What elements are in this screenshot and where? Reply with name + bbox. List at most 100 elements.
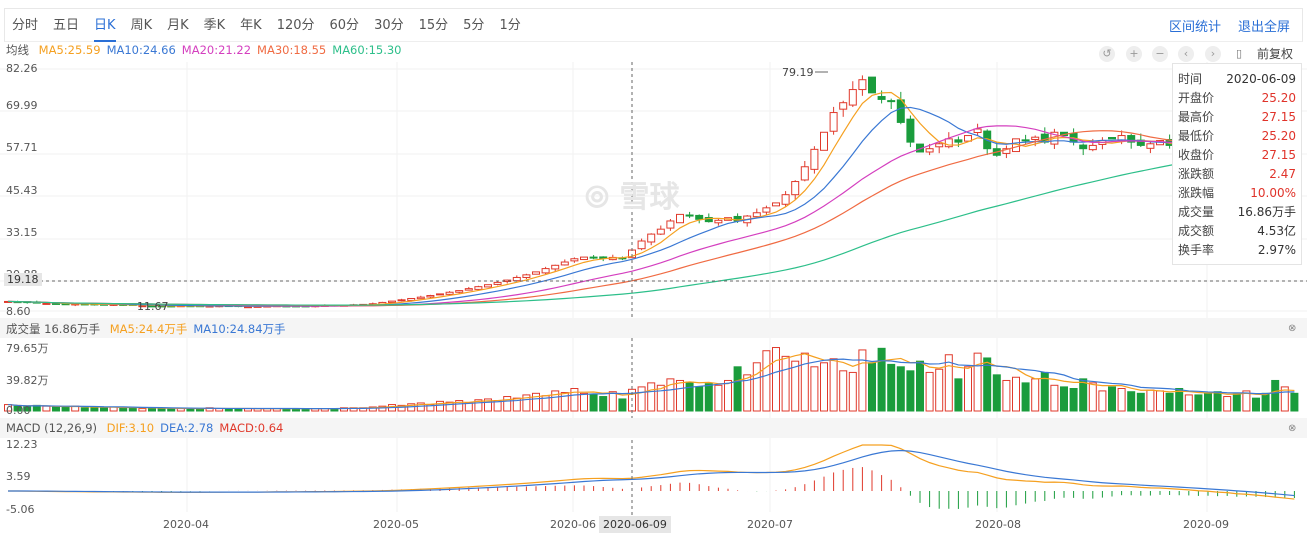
volume-bar-up	[1088, 382, 1097, 412]
info-row: 换手率 2.97%	[1178, 241, 1296, 260]
candle-up	[436, 293, 444, 296]
volume-bar-up	[724, 379, 732, 412]
watermark-logo: ⦾ 雪球	[585, 180, 680, 215]
watermark-text: 雪球	[619, 180, 680, 215]
candle-up	[42, 302, 51, 305]
macd-tick: 12.23	[6, 438, 38, 451]
candle-up	[407, 297, 416, 301]
candle-down	[1021, 139, 1030, 142]
info-row: 收盘价 27.15	[1178, 146, 1296, 165]
candle-up	[244, 306, 252, 309]
date-tick: 2020-06	[550, 518, 596, 531]
volume-bar-down	[1108, 386, 1116, 412]
candle-up	[1031, 136, 1040, 140]
low-annotation: 11.67	[137, 300, 169, 313]
info-row: 涨跌额 2.47	[1178, 165, 1296, 184]
volume-bar-up	[925, 371, 934, 412]
info-key: 收盘价	[1178, 148, 1215, 162]
candle-down	[887, 100, 896, 103]
volume-bar-up	[964, 366, 972, 412]
candle-down	[877, 96, 886, 100]
info-row: 最高价 27.15	[1178, 108, 1296, 127]
volume-bar-up	[839, 370, 848, 412]
volume-bar-up	[772, 347, 780, 412]
volume-bar-down	[896, 366, 905, 412]
volume-bar-down	[1213, 391, 1222, 412]
info-row: 成交额 4.53亿	[1178, 222, 1296, 241]
info-value: 16.86万手	[1237, 205, 1296, 219]
volume-bar-up	[973, 352, 982, 412]
volume-bar-up	[858, 349, 867, 412]
volume-bar-down	[1136, 392, 1145, 412]
candle-up	[484, 284, 492, 288]
price-tick: 82.26	[6, 62, 38, 75]
volume-bar-down	[916, 360, 924, 412]
candle-up	[551, 264, 560, 270]
macd-tick: -5.06	[6, 503, 35, 516]
volume-bar-up	[810, 366, 819, 412]
volume-bar-up	[1012, 376, 1020, 412]
vol-ma5: MA5:24.4万手	[109, 322, 188, 336]
info-key: 涨跌额	[1178, 167, 1215, 181]
volume-bar-up	[580, 392, 588, 412]
date-tick: 2020-09	[1183, 518, 1229, 531]
volume-bar-down	[61, 406, 70, 412]
crosshair-price-label: 19.18	[4, 273, 42, 286]
volume-bar-up	[935, 368, 944, 412]
vol-ma10: MA10:24.84万手	[193, 322, 286, 336]
volume-bar-down	[1271, 379, 1280, 412]
volume-bar-up	[791, 360, 800, 412]
candle-up	[570, 258, 579, 262]
info-value: 10.00%	[1250, 186, 1296, 200]
price-tick: 45.43	[6, 184, 38, 197]
candle-up	[858, 79, 867, 91]
date-tick: 2020-07	[747, 518, 793, 531]
volume-bar-up	[714, 384, 723, 412]
volume-bar-down	[1204, 392, 1212, 412]
volume-tick: 79.65万	[6, 342, 49, 355]
volume-legend: 成交量 16.86万手 MA5:24.4万手 MA10:24.84万手	[6, 321, 292, 337]
candle-up	[1088, 144, 1097, 151]
info-value: 27.15	[1261, 148, 1296, 162]
volume-bar-up	[848, 371, 857, 412]
candle-up	[781, 194, 790, 205]
price-tick: 33.15	[6, 226, 38, 239]
volume-bar-down	[128, 407, 137, 412]
volume-bar-up	[1031, 378, 1040, 412]
volume-bar-down	[1261, 392, 1270, 412]
candle-up	[455, 290, 464, 293]
volume-bar-down	[167, 408, 176, 412]
price-tick: 8.60	[6, 305, 31, 318]
candle-up	[522, 274, 531, 278]
volume-bar-down	[1165, 392, 1174, 412]
candle-up	[426, 295, 435, 298]
volume-bar-down	[868, 362, 876, 412]
volume-bar-down	[1290, 392, 1299, 412]
candle-up	[935, 143, 944, 148]
macd-tick: 3.59	[6, 470, 31, 483]
volume-label: 成交量 16.86万手	[6, 322, 101, 336]
date-tick: 2020-05	[373, 518, 419, 531]
info-value: 25.20	[1261, 129, 1296, 143]
volume-close-icon[interactable]: ⊗	[1288, 323, 1296, 334]
info-key: 时间	[1178, 72, 1203, 86]
info-value: 27.15	[1261, 110, 1296, 124]
candle-up	[416, 296, 425, 300]
candle-up	[580, 256, 588, 261]
candle-up	[656, 228, 665, 235]
candle-up	[474, 286, 483, 290]
info-key: 成交量	[1178, 205, 1215, 219]
macd-close-icon[interactable]: ⊗	[1288, 423, 1296, 434]
volume-bar-down	[685, 381, 694, 412]
kline-chart[interactable]	[0, 0, 1307, 537]
candle-up	[445, 291, 454, 295]
volume-bar-up	[820, 362, 828, 412]
volume-bar-down	[589, 394, 598, 412]
candle-up	[839, 102, 848, 110]
volume-bar-down	[1232, 393, 1241, 412]
price-tick: 57.71	[6, 141, 38, 154]
info-row: 开盘价 25.20	[1178, 89, 1296, 108]
info-value: 2020-06-09	[1226, 72, 1296, 86]
date-tick: 2020-08	[975, 518, 1021, 531]
candle-up	[925, 148, 934, 153]
